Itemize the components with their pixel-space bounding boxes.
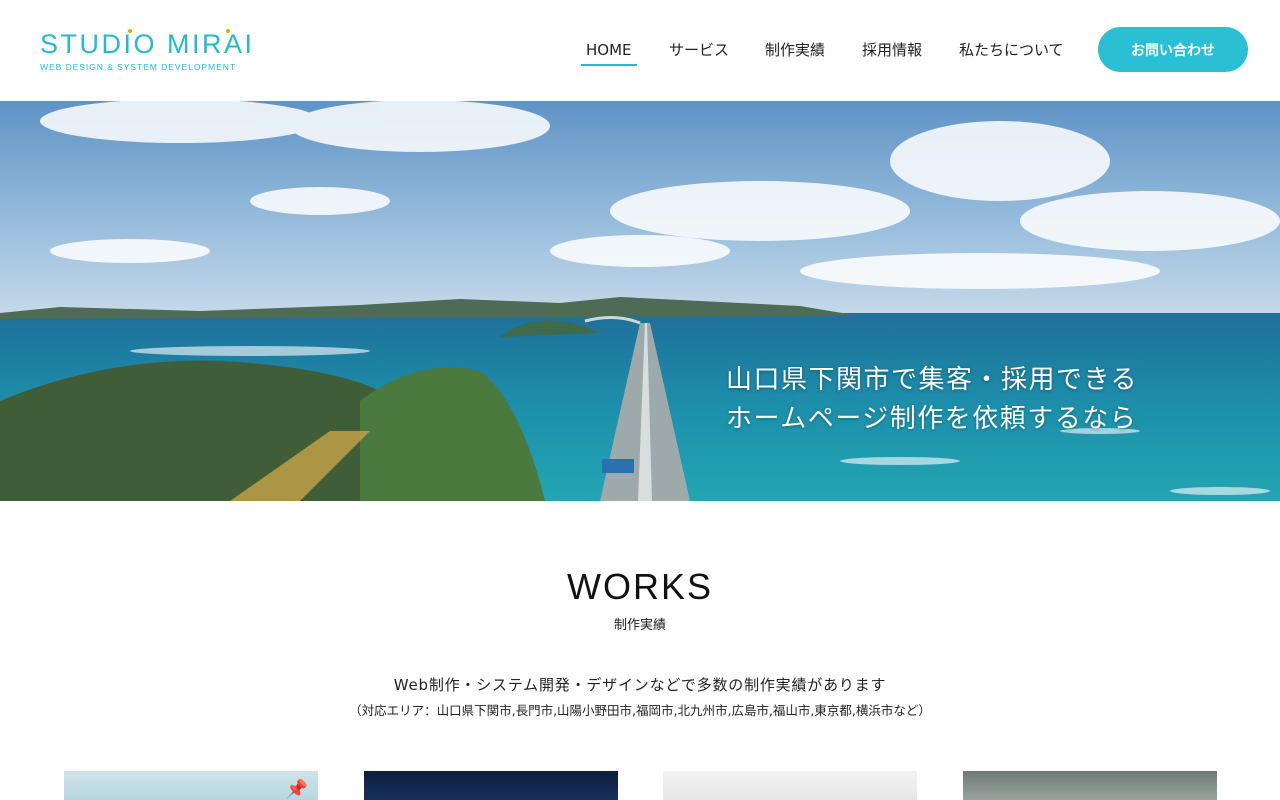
nav-item-recruit[interactable]: 採用情報	[862, 38, 922, 62]
logo-dot-icon	[128, 29, 132, 33]
main-nav: HOME サービス 制作実績 採用情報 私たちについて	[0, 38, 1280, 68]
pin-icon: 📌	[285, 779, 308, 800]
works-subheading: 制作実績	[613, 618, 666, 633]
hero-banner: 山口県下関市で集客・採用できる ホームページ制作を依頼するなら	[0, 101, 1280, 501]
nav-item-works[interactable]: 制作実績	[765, 38, 825, 62]
site-header: STUDIO MIRAI WEB DESIGN & SYSTEM DEVELOP…	[0, 0, 1280, 101]
works-heading: WORKS	[566, 566, 713, 607]
hero-line-2: ホームページ制作を依頼するなら	[726, 404, 1138, 434]
works-service-area: （対応エリア：山口県下関市,長門市,山陽小野田市,福岡市,北九州市,広島市,福山…	[349, 703, 931, 718]
nav-item-services[interactable]: サービス	[669, 38, 729, 62]
works-lead-text: Web制作・システム開発・デザインなどで多数の制作実績があります	[393, 676, 887, 694]
work-thumbnail[interactable]	[663, 771, 917, 800]
nav-item-about[interactable]: 私たちについて	[959, 38, 1064, 62]
work-thumbnail[interactable]	[364, 771, 618, 800]
nav-item-home[interactable]: HOME	[581, 38, 637, 66]
hero-line-1: 山口県下関市で集客・採用できる	[726, 365, 1138, 395]
contact-button[interactable]: お問い合わせ	[1098, 27, 1248, 72]
work-thumbnail[interactable]	[963, 771, 1217, 800]
logo-dot-icon	[226, 29, 230, 33]
hero-image	[0, 101, 1280, 501]
hero-headline: 山口県下関市で集客・採用できる ホームページ制作を依頼するなら	[726, 361, 1138, 439]
work-thumbnail[interactable]: 📌	[64, 771, 318, 800]
